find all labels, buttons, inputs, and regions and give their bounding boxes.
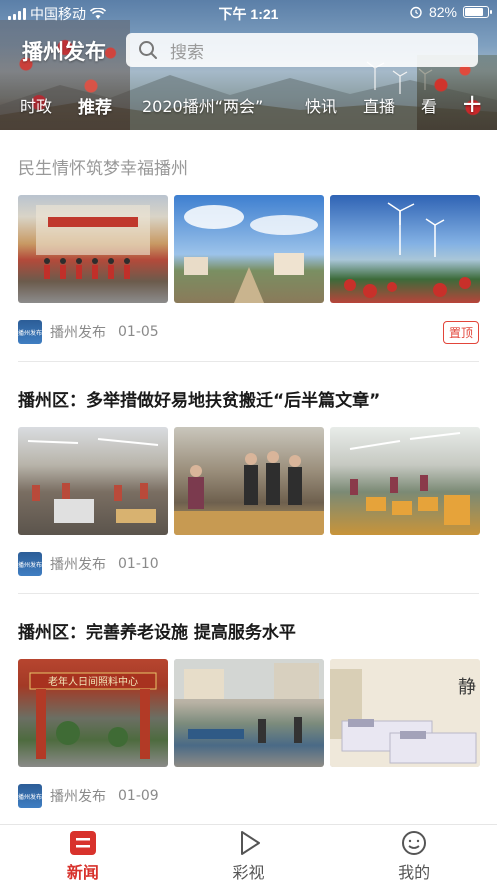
article-image-production-line bbox=[330, 427, 480, 535]
article-images: 老年人日间照料中心 静 bbox=[18, 659, 480, 767]
nav-profile-label[interactable]: 我的 bbox=[398, 859, 430, 883]
search-placeholder[interactable]: 搜索 bbox=[170, 38, 204, 63]
nav-video[interactable]: 彩视 bbox=[166, 825, 332, 883]
search-bar[interactable]: 搜索 bbox=[126, 33, 478, 67]
divider bbox=[18, 593, 479, 594]
source-logo: 播州发布 bbox=[18, 320, 42, 344]
pinned-badge: 置顶 bbox=[442, 321, 479, 344]
tab-flash-news[interactable]: 快讯 bbox=[305, 93, 337, 117]
article-image-inspection bbox=[174, 427, 324, 535]
battery-icon bbox=[463, 6, 492, 18]
nav-news[interactable]: 新闻 bbox=[0, 825, 166, 883]
app-title: 播州发布 bbox=[22, 40, 106, 64]
article-meta: 播州发布 播州发布 01-09 bbox=[18, 784, 159, 808]
article-image-table-tennis bbox=[174, 659, 324, 767]
article-title[interactable]: 播州区：完善养老设施 提高服务水平 bbox=[18, 618, 479, 643]
article-meta: 播州发布 播州发布 01-05 bbox=[18, 320, 159, 344]
divider bbox=[18, 361, 479, 362]
tab-two-sessions[interactable]: 2020播州“两会” bbox=[142, 93, 263, 117]
article-images bbox=[18, 195, 480, 303]
status-bar: 中国移动 下午 1:21 82% bbox=[0, 0, 497, 24]
article-date: 01-09 bbox=[118, 788, 159, 804]
play-icon bbox=[240, 831, 260, 855]
article-image-village bbox=[174, 195, 324, 303]
search-icon bbox=[139, 41, 157, 59]
article-images bbox=[18, 427, 480, 535]
article-image-care-center-gate: 老年人日间照料中心 bbox=[18, 659, 168, 767]
alarm-icon bbox=[410, 6, 422, 19]
article-date: 01-05 bbox=[118, 324, 159, 340]
source-logo: 播州发布 bbox=[18, 784, 42, 808]
channel-tabs: 时政 推荐 2020播州“两会” 快讯 直播 看 + bbox=[0, 90, 497, 120]
tab-watch[interactable]: 看 bbox=[421, 93, 437, 117]
source-logo: 播州发布 bbox=[18, 552, 42, 576]
battery-percent: 82% bbox=[428, 4, 457, 20]
profile-icon bbox=[402, 831, 427, 855]
news-card-2[interactable]: 播州区：多举措做好易地扶贫搬迁“后半篇文章” 播州发布 播州发布 01-10 bbox=[18, 386, 480, 576]
news-card-3[interactable]: 播州区：完善养老设施 提高服务水平 老年人日间照料中心 静 播州发布 播州发布 … bbox=[18, 618, 480, 808]
article-title[interactable]: 播州区：多举措做好易地扶贫搬迁“后半篇文章” bbox=[18, 386, 479, 411]
nav-video-label[interactable]: 彩视 bbox=[233, 859, 265, 883]
article-image-bedroom: 静 bbox=[330, 659, 480, 767]
article-title[interactable]: 民生情怀筑梦幸福播州 bbox=[18, 154, 479, 179]
add-channel-button[interactable]: + bbox=[461, 90, 483, 118]
tab-politics[interactable]: 时政 bbox=[20, 93, 52, 117]
care-center-gate-sign: 老年人日间照料中心 bbox=[48, 675, 138, 688]
article-image-workshop bbox=[18, 427, 168, 535]
bottom-nav: 新闻 彩视 我的 bbox=[0, 824, 497, 883]
nav-profile[interactable]: 我的 bbox=[331, 825, 497, 883]
article-source: 播州发布 bbox=[50, 789, 106, 805]
article-source: 播州发布 bbox=[50, 557, 106, 573]
status-right: 82% bbox=[409, 4, 492, 20]
article-image-building bbox=[18, 195, 168, 303]
tab-live[interactable]: 直播 bbox=[363, 93, 395, 117]
nav-news-label[interactable]: 新闻 bbox=[67, 859, 99, 883]
article-source: 播州发布 bbox=[50, 325, 106, 341]
article-image-wind-turbines bbox=[330, 195, 480, 303]
article-meta: 播州发布 播州发布 01-10 bbox=[18, 552, 159, 576]
news-icon bbox=[69, 831, 96, 855]
bedroom-wall-calligraphy: 静 bbox=[458, 677, 476, 698]
news-card-1[interactable]: 民生情怀筑梦幸福播州 播州发布 播州发布 01-05 置顶 bbox=[18, 154, 480, 344]
news-feed: 民生情怀筑梦幸福播州 播州发布 播州发布 01-05 置顶 播州区：多举措做好易… bbox=[0, 130, 497, 824]
article-date: 01-10 bbox=[118, 556, 159, 572]
tab-recommended[interactable]: 推荐 bbox=[78, 93, 112, 118]
